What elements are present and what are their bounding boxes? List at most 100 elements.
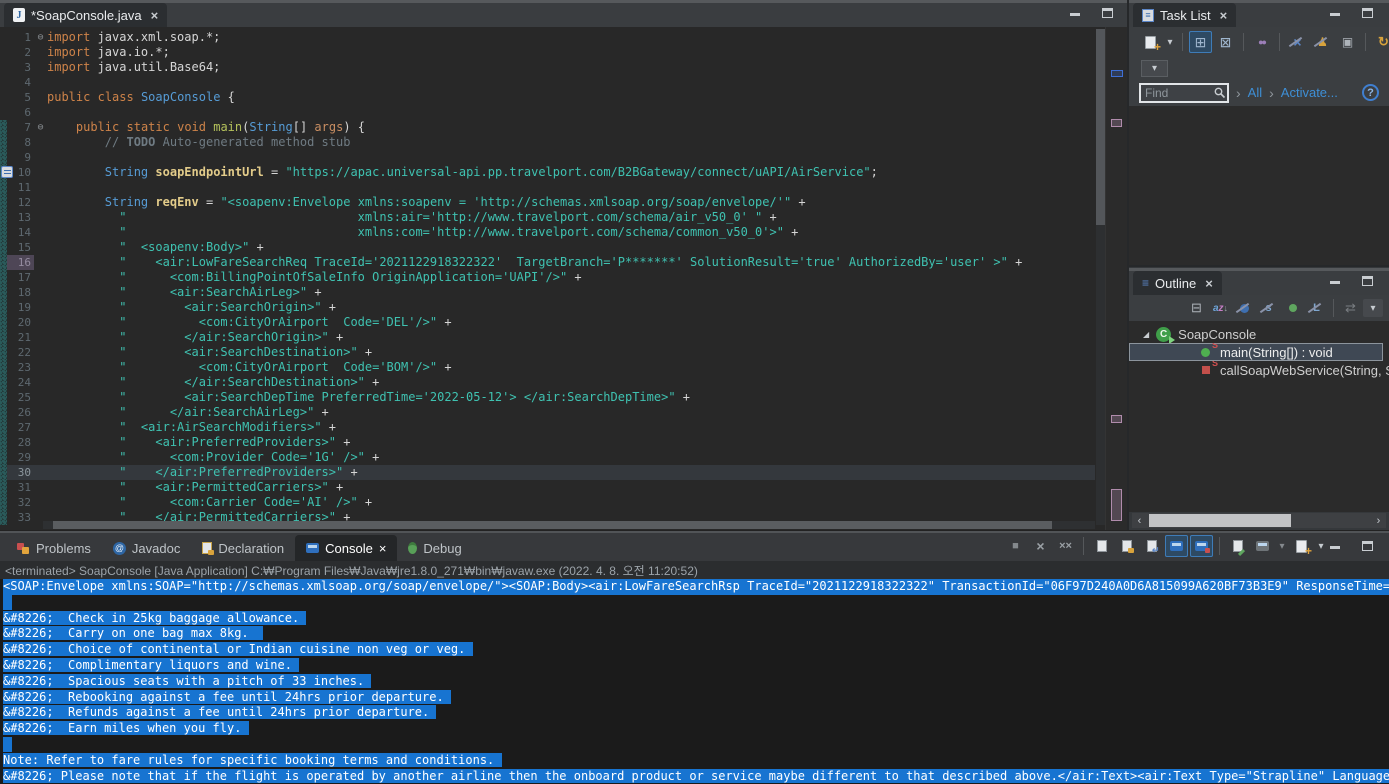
scroll-right-icon[interactable]: › [1371,515,1386,527]
new-task-dropdown[interactable]: ▾ [1164,31,1176,53]
console-line: &#8226; Refunds against a fee until 24hr… [3,705,1389,721]
group-by-button[interactable]: ⊠ [1214,31,1237,53]
show-stdout-button[interactable] [1165,535,1188,557]
scheduled-mode-button[interactable]: ●● [1250,31,1273,53]
code-line: 1⊖import javax.xml.soap.*; [0,30,1095,45]
collapse-all-button[interactable]: ⊟ [1185,297,1208,319]
close-icon[interactable]: × [1220,8,1228,23]
activate-link[interactable]: Activate... [1281,85,1338,100]
outline-item-main[interactable]: S main(String[]) : void [1129,343,1383,361]
editor-vertical-scrollbar[interactable] [1096,29,1105,525]
fold-gutter [34,135,47,150]
tab-console[interactable]: Console × [295,535,397,561]
outline-item-callsoapwebservice[interactable]: S callSoapWebService(String, String [1129,361,1389,379]
tab-javadoc[interactable]: @ Javadoc [102,535,191,561]
scroll-left-icon[interactable]: ‹ [1132,515,1147,527]
task-list-tab[interactable]: ≡ Task List × [1133,3,1236,27]
task-overview-marker[interactable] [1111,119,1122,127]
link-with-editor-button[interactable]: ⇄ [1339,297,1362,319]
open-console-dropdown[interactable]: ▾ [1315,535,1327,557]
pin-console-button[interactable] [1226,535,1249,557]
code-text: " <soapenv:Body>" + [47,240,1095,255]
maximize-icon[interactable] [1102,8,1113,18]
hide-non-public-button[interactable] [1281,297,1304,319]
fold-toggle-icon[interactable]: ⊖ [34,30,47,45]
tab-debug[interactable]: Debug [397,535,472,561]
maximize-icon[interactable] [1362,276,1373,286]
search-icon[interactable] [1214,87,1226,99]
range-indicator [0,285,7,300]
scrollbar-thumb[interactable] [1149,514,1291,527]
console-output[interactable]: <SOAP:Envelope xmlns:SOAP="http://schema… [0,579,1389,784]
fold-gutter [34,405,47,420]
task-overview-marker[interactable] [1111,489,1122,521]
range-indicator [0,360,7,375]
public-method-icon: S [1201,348,1210,357]
display-console-dropdown[interactable]: ▾ [1276,535,1288,557]
toolbar-separator [1279,33,1280,51]
tab-declaration[interactable]: Declaration [191,535,295,561]
code-line: 11 [0,180,1095,195]
task-list-view-dropdown[interactable]: ▾ [1141,60,1168,77]
remove-launch-button[interactable]: × [1029,535,1052,557]
outline-tab[interactable]: ≡ Outline × [1133,271,1222,295]
hide-completed-button[interactable]: × [1286,31,1309,53]
filter-all-link[interactable]: All [1248,85,1262,100]
word-wrap-button[interactable] [1140,535,1163,557]
code-text: public class SoapConsole { [47,90,1095,105]
help-icon[interactable]: ? [1362,84,1379,101]
code-editor[interactable]: 1⊖import javax.xml.soap.*;2import java.i… [0,27,1127,530]
range-indicator [0,255,7,270]
scrollbar-thumb[interactable] [53,521,1052,529]
close-icon[interactable]: × [379,541,387,556]
display-console-button[interactable] [1251,535,1274,557]
open-console-button[interactable] [1290,535,1313,557]
terminate-button[interactable]: ■ [1004,535,1027,557]
editor-tab-soapconsole[interactable]: J *SoapConsole.java × [4,3,167,27]
minimize-icon[interactable] [1330,13,1340,16]
maximize-icon[interactable] [1362,8,1373,18]
selected-text: Note: Refer to fare rules for specific b… [3,753,502,767]
task-marker-icon[interactable] [1,166,13,178]
minimize-icon[interactable] [1330,546,1340,549]
hide-local-types-button[interactable]: L [1305,297,1328,319]
task-overview-marker[interactable] [1111,415,1122,423]
toolbar-separator [1219,537,1220,555]
sort-button[interactable]: az↓ [1209,297,1232,319]
show-stderr-button[interactable] [1190,535,1213,557]
outline-horizontal-scrollbar[interactable]: ‹ › [1132,513,1386,528]
hide-completed-icon: × [1293,34,1301,50]
synchronize-button[interactable]: ↻ [1372,31,1389,53]
focus-workweek-button[interactable]: ▣ [1336,31,1359,53]
scrollbar-thumb[interactable] [1096,29,1105,225]
minimize-icon[interactable] [1070,13,1080,16]
occurrence-marker[interactable] [1111,70,1123,77]
remove-all-terminated-button[interactable]: ×× [1054,535,1077,557]
categorized-button[interactable]: ⊞ [1189,31,1212,53]
range-indicator [0,30,7,45]
hide-fields-button[interactable] [1233,297,1256,319]
scroll-lock-button[interactable] [1115,535,1138,557]
toolbar-separator [1365,33,1366,51]
fold-gutter [34,495,47,510]
outline-view-menu-button[interactable]: ▾ [1363,299,1383,317]
toolbar-separator [1083,537,1084,555]
hide-static-fields-button[interactable]: s [1257,297,1280,319]
maximize-icon[interactable] [1362,541,1373,551]
outline-item-label: SoapConsole [1178,327,1256,342]
tab-problems[interactable]: Problems [6,535,102,561]
new-task-button[interactable] [1139,31,1162,53]
close-icon[interactable]: × [151,8,159,23]
task-list-content[interactable] [1129,106,1389,265]
fold-toggle-icon[interactable]: ⊖ [34,120,47,135]
outline-item-soapconsole[interactable]: ◢ C SoapConsole [1129,325,1389,343]
clear-console-button[interactable] [1090,535,1113,557]
stdout-console-icon [1170,541,1183,551]
editor-horizontal-scrollbar[interactable] [43,521,1095,529]
expand-arrow-icon[interactable]: ◢ [1143,330,1149,339]
line-number: 17 [7,270,34,285]
range-indicator [0,435,7,450]
filter-person-button[interactable]: ♟ [1311,31,1334,53]
close-icon[interactable]: × [1205,276,1213,291]
minimize-icon[interactable] [1330,281,1340,284]
